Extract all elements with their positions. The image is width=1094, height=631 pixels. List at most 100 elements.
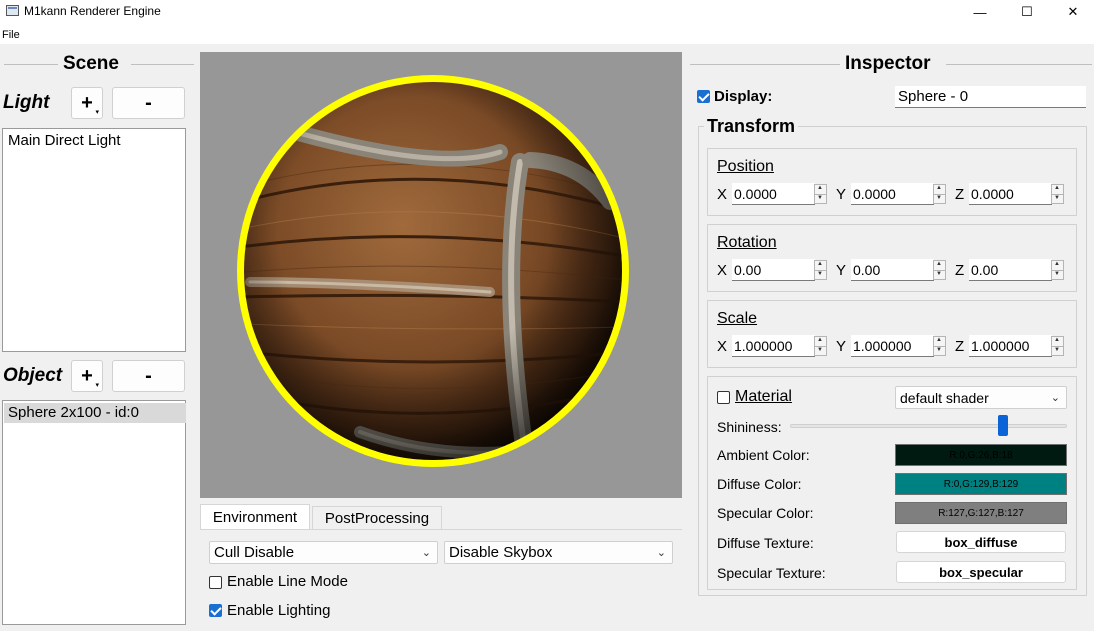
specular-texture-value: box_specular [939, 564, 1023, 580]
close-button[interactable]: ✕ [1050, 0, 1094, 24]
display-label: Display: [714, 88, 773, 105]
diffuse-texture-label: Diffuse Texture: [717, 535, 814, 551]
transform-title: Transform [704, 116, 799, 137]
close-icon: ✕ [1067, 4, 1079, 19]
position-x-stepper[interactable] [814, 184, 827, 204]
scale-y-input[interactable]: 1.000000 [851, 335, 934, 357]
inspector-divider-left [690, 64, 840, 65]
rotation-z-stepper[interactable] [1051, 260, 1064, 280]
tab-divider [200, 529, 682, 530]
diffuse-color-value: R:0,G:129,B:129 [943, 478, 1019, 490]
cull-mode-select[interactable]: Cull Disable ⌄ [209, 541, 438, 564]
specular-color-label: Specular Color: [717, 505, 814, 521]
plus-icon: + [81, 364, 93, 387]
scene-title: Scene [63, 53, 119, 74]
rotation-x-input[interactable]: 0.00 [732, 259, 815, 281]
object-name-field[interactable]: Sphere - 0 [895, 86, 1086, 108]
position-y-stepper[interactable] [933, 184, 946, 204]
skybox-select[interactable]: Disable Skybox ⌄ [444, 541, 673, 564]
ambient-color-swatch[interactable]: R:0,G:26,B:18 [895, 444, 1067, 466]
shininess-slider-track[interactable] [790, 424, 1067, 428]
rotation-y-input[interactable]: 0.00 [851, 259, 934, 281]
specular-color-swatch[interactable]: R:127,G:127,B:127 [895, 502, 1067, 524]
inspector-title: Inspector [845, 53, 931, 74]
add-object-button[interactable]: + ▾ [71, 360, 103, 392]
inspector-divider-right [946, 64, 1092, 65]
material-checkbox[interactable] [717, 391, 730, 404]
tab-environment[interactable]: Environment [200, 504, 310, 530]
rotation-z-input[interactable]: 0.00 [969, 259, 1052, 281]
axis-z-label: Z [955, 338, 965, 355]
axis-x-label: X [717, 262, 728, 279]
scale-z-input[interactable]: 1.000000 [969, 335, 1052, 357]
menu-file[interactable]: File [2, 29, 20, 41]
display-checkbox[interactable] [697, 90, 710, 103]
axis-z-label: Z [955, 186, 965, 203]
dropdown-arrow-icon: ▾ [95, 109, 99, 116]
minus-icon: - [145, 364, 152, 387]
scale-x-stepper[interactable] [814, 336, 827, 356]
chevron-down-icon: ⌄ [656, 547, 666, 559]
list-item[interactable]: Main Direct Light [4, 131, 184, 151]
shininess-label: Shininess: [717, 419, 782, 435]
scale-z-stepper[interactable] [1051, 336, 1064, 356]
axis-x-label: X [717, 338, 728, 355]
scale-x-input[interactable]: 1.000000 [732, 335, 815, 357]
maximize-icon: ☐ [1021, 4, 1033, 19]
object-list[interactable]: Sphere 2x100 - id:0 [2, 400, 186, 625]
object-label: Object [3, 365, 63, 386]
specular-texture-button[interactable]: box_specular [896, 561, 1066, 583]
material-title: Material [735, 388, 792, 405]
position-x-input[interactable]: 0.0000 [732, 183, 815, 205]
lighting-checkbox[interactable] [209, 604, 222, 617]
shininess-slider-handle[interactable] [998, 415, 1009, 436]
shader-value: default shader [900, 389, 989, 406]
line-mode-label: Enable Line Mode [227, 573, 348, 590]
title-bar: M1kann Renderer Engine — ☐ ✕ [0, 0, 1094, 24]
plus-icon: + [81, 91, 93, 114]
axis-y-label: Y [836, 186, 847, 203]
remove-light-button[interactable]: - [112, 87, 185, 119]
axis-x-label: X [717, 186, 728, 203]
add-light-button[interactable]: + ▾ [71, 87, 103, 119]
window-title: M1kann Renderer Engine [24, 4, 161, 18]
list-item[interactable]: Sphere 2x100 - id:0 [4, 403, 186, 423]
rotation-y-stepper[interactable] [933, 260, 946, 280]
specular-texture-label: Specular Texture: [717, 565, 826, 581]
shader-select[interactable]: default shader ⌄ [895, 386, 1067, 409]
minimize-button[interactable]: — [957, 0, 1003, 24]
minimize-icon: — [973, 4, 987, 20]
lighting-label: Enable Lighting [227, 602, 331, 619]
scene-divider-right [131, 64, 194, 65]
light-list[interactable]: Main Direct Light [2, 128, 186, 352]
maximize-button[interactable]: ☐ [1004, 0, 1050, 24]
position-y-input[interactable]: 0.0000 [851, 183, 934, 205]
remove-object-button[interactable]: - [112, 360, 185, 392]
minus-icon: - [145, 91, 152, 114]
diffuse-texture-button[interactable]: box_diffuse [896, 531, 1066, 553]
line-mode-checkbox[interactable] [209, 576, 222, 589]
scale-title: Scale [717, 310, 758, 327]
menu-bar: File [0, 24, 1094, 44]
render-viewport[interactable] [200, 52, 682, 498]
diffuse-color-label: Diffuse Color: [717, 476, 802, 492]
app-icon [6, 5, 19, 16]
axis-y-label: Y [836, 262, 847, 279]
dropdown-arrow-icon: ▾ [95, 382, 99, 389]
chevron-down-icon: ⌄ [1050, 392, 1060, 404]
axis-z-label: Z [955, 262, 965, 279]
specular-color-value: R:127,G:127,B:127 [938, 507, 1024, 519]
diffuse-color-swatch[interactable]: R:0,G:129,B:129 [895, 473, 1067, 495]
scene-divider-left [4, 64, 58, 65]
ambient-color-value: R:0,G:26,B:18 [949, 449, 1013, 461]
scale-y-stepper[interactable] [933, 336, 946, 356]
skybox-value: Disable Skybox [449, 544, 553, 561]
chevron-down-icon: ⌄ [421, 547, 431, 559]
tab-label: PostProcessing [324, 510, 430, 527]
rotation-x-stepper[interactable] [814, 260, 827, 280]
diffuse-texture-value: box_diffuse [944, 534, 1018, 550]
position-z-stepper[interactable] [1051, 184, 1064, 204]
tab-postprocessing[interactable]: PostProcessing [312, 506, 442, 530]
position-z-input[interactable]: 0.0000 [969, 183, 1052, 205]
scale-group [707, 300, 1077, 368]
